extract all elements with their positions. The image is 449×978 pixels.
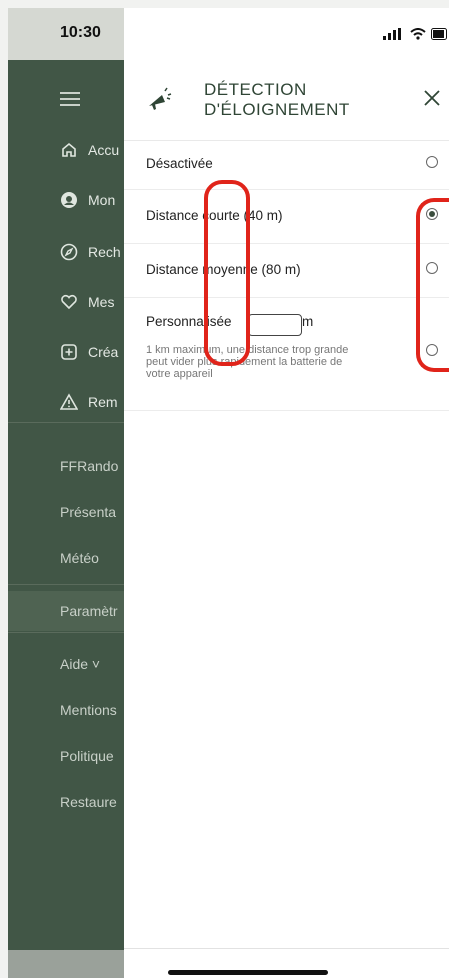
drawer-bottom-bar	[8, 950, 124, 978]
panel-header: DÉTECTION D'ÉLOIGNEMENT	[124, 60, 449, 141]
option-distance-moyenne[interactable]: Distance moyenne (80 m)	[124, 244, 449, 298]
drawer-item-label: Rem	[88, 394, 118, 410]
drawer-link-ffrando[interactable]: FFRando	[60, 458, 118, 474]
panel-title-line1: DÉTECTION	[204, 80, 307, 99]
drawer-item-label: Créa	[88, 344, 119, 360]
menu-icon[interactable]	[60, 92, 80, 106]
drawer-link-parametres[interactable]: Paramètr	[60, 603, 118, 619]
signal-icon	[383, 28, 401, 40]
drawer-link-restaurer[interactable]: Restaure	[60, 794, 117, 810]
drawer-divider	[8, 632, 124, 633]
status-bar-left: 10:30	[8, 8, 124, 60]
unit-label: m	[302, 314, 314, 329]
drawer-item-remontee[interactable]: Rem	[60, 390, 118, 414]
drawer-item-creation[interactable]: Créa	[60, 340, 118, 364]
radio-desactivee[interactable]	[426, 156, 438, 168]
drawer-item-recherche[interactable]: Rech	[60, 240, 121, 264]
drawer-item-accueil[interactable]: Accu	[60, 138, 119, 162]
drawer-divider	[8, 584, 124, 585]
close-icon[interactable]	[422, 88, 442, 108]
heart-icon	[60, 293, 78, 311]
status-icons	[383, 28, 447, 40]
home-indicator	[168, 970, 328, 975]
annotation-oval-labels	[204, 180, 250, 366]
plus-square-icon	[60, 343, 78, 361]
drawer-item-label: Accu	[88, 142, 120, 158]
drawer-link-presentation[interactable]: Présenta	[60, 504, 116, 520]
option-personnalisee[interactable]: Personnalisée m 1 km maximum, une distan…	[124, 298, 449, 411]
drawer-item-label: Mon	[88, 192, 116, 208]
panel-title-line2: D'ÉLOIGNEMENT	[204, 100, 350, 119]
drawer-item-label: Rech	[88, 244, 121, 260]
drawer-item-label: Mes	[88, 294, 115, 310]
drawer-link-politique[interactable]: Politique	[60, 748, 114, 764]
megaphone-icon	[149, 87, 172, 110]
panel-title: DÉTECTION D'ÉLOIGNEMENT	[204, 80, 394, 120]
custom-note: 1 km maximum, une distance trop grande p…	[146, 344, 349, 380]
phone-screen: 10:30 Accu Mon Rech Mes Créa Rem FFRando…	[8, 8, 449, 978]
option-desactivee[interactable]: Désactivée	[124, 141, 449, 190]
avatar-icon	[60, 191, 78, 209]
custom-distance-input[interactable]	[248, 314, 302, 336]
drawer-item-mon[interactable]: Mon	[60, 188, 115, 212]
drawer-divider	[8, 422, 124, 423]
option-label: Désactivée	[146, 156, 213, 171]
option-distance-courte[interactable]: Distance courte (40 m)	[124, 190, 449, 244]
compass-icon	[60, 243, 78, 261]
drawer-link-meteo[interactable]: Météo	[60, 550, 99, 566]
bottom-divider	[124, 948, 449, 949]
drawer-link-mentions[interactable]: Mentions	[60, 702, 117, 718]
status-time: 10:30	[60, 24, 101, 41]
drawer-link-aide[interactable]: Aide ˅	[60, 656, 100, 672]
drawer-item-mes[interactable]: Mes	[60, 290, 114, 314]
warning-icon	[60, 393, 78, 411]
custom-line: Personnalisée m	[124, 314, 449, 336]
navigation-drawer: 10:30 Accu Mon Rech Mes Créa Rem FFRando…	[8, 8, 124, 978]
battery-icon	[431, 28, 447, 40]
settings-panel: DÉTECTION D'ÉLOIGNEMENT Désactivée Dista…	[124, 8, 449, 978]
annotation-oval-radios	[416, 198, 449, 372]
wifi-icon	[410, 28, 426, 40]
home-icon	[60, 141, 78, 159]
